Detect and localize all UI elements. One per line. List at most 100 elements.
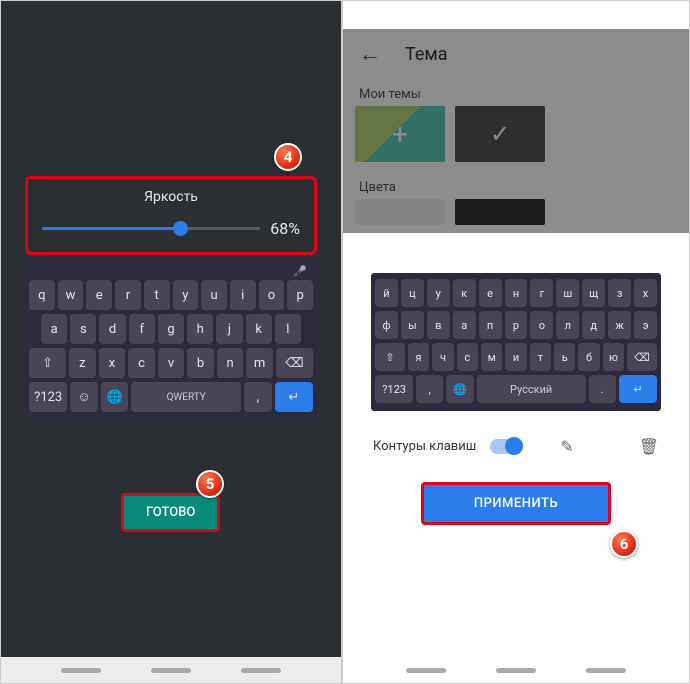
key[interactable]: о	[530, 311, 553, 339]
key[interactable]: т	[530, 343, 551, 371]
key[interactable]: ж	[608, 311, 631, 339]
nav-bar	[343, 657, 689, 683]
key[interactable]: г	[530, 279, 553, 307]
key[interactable]: з	[608, 279, 631, 307]
key[interactable]: q	[29, 280, 55, 310]
brightness-slider[interactable]: 68%	[42, 219, 300, 238]
key-numbers[interactable]: ?123	[375, 375, 413, 403]
nav-recent[interactable]	[586, 668, 626, 673]
key[interactable]: э	[634, 311, 657, 339]
key[interactable]: p	[287, 280, 313, 310]
key-globe[interactable]: 🌐	[101, 382, 128, 412]
key[interactable]: ⇧	[375, 343, 405, 371]
key-numbers[interactable]: ?123	[29, 382, 67, 412]
key[interactable]: с	[457, 343, 478, 371]
key-enter[interactable]: ↵	[619, 375, 657, 403]
key[interactable]: ш	[556, 279, 579, 307]
key-outlines-toggle[interactable]	[490, 439, 522, 454]
key[interactable]: j	[216, 314, 242, 344]
key[interactable]: ⌫	[276, 348, 313, 378]
screen-brightness: Яркость 68% 🎤 qwertyuiop asdfghjkl ⇧zxcv…	[0, 0, 342, 684]
key-comma[interactable]: ,	[416, 375, 443, 403]
key[interactable]: i	[230, 280, 256, 310]
key[interactable]: д	[582, 311, 605, 339]
delete-icon[interactable]: 🗑	[639, 437, 659, 456]
nav-back[interactable]	[61, 668, 101, 673]
key[interactable]: o	[259, 280, 285, 310]
nav-bar	[1, 657, 341, 683]
key[interactable]: щ	[582, 279, 605, 307]
dim-overlay	[343, 29, 689, 233]
key[interactable]: е	[479, 279, 502, 307]
key-space[interactable]: QWERTY	[131, 382, 241, 412]
key[interactable]: w	[58, 280, 84, 310]
key[interactable]: ю	[603, 343, 624, 371]
key[interactable]: u	[201, 280, 227, 310]
callout-badge-4: 4	[274, 143, 302, 171]
key[interactable]: л	[556, 311, 579, 339]
key[interactable]: в	[427, 311, 450, 339]
key[interactable]: n	[217, 348, 244, 378]
key[interactable]: g	[158, 314, 184, 344]
key[interactable]: b	[187, 348, 214, 378]
callout-badge-5: 5	[196, 470, 224, 498]
key[interactable]: d	[99, 314, 125, 344]
key[interactable]: s	[70, 314, 96, 344]
nav-recent[interactable]	[241, 668, 281, 673]
key-emoji[interactable]: ☺	[70, 382, 97, 412]
apply-button[interactable]: ПРИМЕНИТЬ	[421, 482, 611, 525]
key[interactable]: z	[69, 348, 96, 378]
key[interactable]: ы	[401, 311, 424, 339]
key[interactable]: ⇧	[29, 348, 66, 378]
key-dot[interactable]: .	[589, 375, 616, 403]
mic-icon: 🎤	[29, 265, 313, 280]
key[interactable]: а	[453, 311, 476, 339]
key[interactable]: ч	[432, 343, 453, 371]
brightness-label: Яркость	[42, 189, 300, 205]
key[interactable]: x	[99, 348, 126, 378]
edit-icon[interactable]: ✎	[560, 437, 573, 456]
key[interactable]: ⌫	[627, 343, 657, 371]
key[interactable]: ф	[375, 311, 398, 339]
key[interactable]: р	[505, 311, 528, 339]
key-enter[interactable]: ↵	[275, 382, 313, 412]
done-button[interactable]: ГОТОВО	[121, 493, 220, 532]
nav-back[interactable]	[406, 668, 446, 673]
key[interactable]: c	[128, 348, 155, 378]
status-bar	[343, 1, 689, 29]
key[interactable]: й	[375, 279, 398, 307]
key[interactable]: k	[246, 314, 272, 344]
key[interactable]: m	[246, 348, 273, 378]
key-space[interactable]: Русский	[477, 375, 586, 403]
slider-thumb[interactable]	[173, 221, 188, 236]
callout-badge-6: 6	[610, 530, 638, 558]
key[interactable]: и	[505, 343, 526, 371]
key-outlines-row: Контуры клавиш ✎ 🗑	[343, 411, 689, 456]
key[interactable]: f	[129, 314, 155, 344]
key[interactable]: б	[578, 343, 599, 371]
key[interactable]: к	[453, 279, 476, 307]
key[interactable]: х	[634, 279, 657, 307]
key[interactable]: v	[158, 348, 185, 378]
key[interactable]: y	[173, 280, 199, 310]
key[interactable]: у	[427, 279, 450, 307]
nav-home[interactable]	[496, 668, 536, 673]
key[interactable]: ь	[554, 343, 575, 371]
key[interactable]: e	[86, 280, 112, 310]
key[interactable]: ц	[401, 279, 424, 307]
key-globe[interactable]: 🌐	[446, 375, 473, 403]
key[interactable]: п	[479, 311, 502, 339]
key[interactable]: r	[115, 280, 141, 310]
key[interactable]: l	[275, 314, 301, 344]
key-comma[interactable]: ,	[244, 382, 271, 412]
key[interactable]: a	[41, 314, 67, 344]
key[interactable]: я	[408, 343, 429, 371]
nav-home[interactable]	[151, 668, 191, 673]
key-outlines-label: Контуры клавиш	[373, 439, 476, 454]
keyboard-preview-left: 🎤 qwertyuiop asdfghjkl ⇧zxcvbnm⌫ ?123 ☺ …	[25, 259, 317, 420]
key[interactable]: м	[481, 343, 502, 371]
key[interactable]: t	[144, 280, 170, 310]
key[interactable]: h	[187, 314, 213, 344]
slider-track[interactable]	[42, 227, 260, 230]
key[interactable]: н	[505, 279, 528, 307]
